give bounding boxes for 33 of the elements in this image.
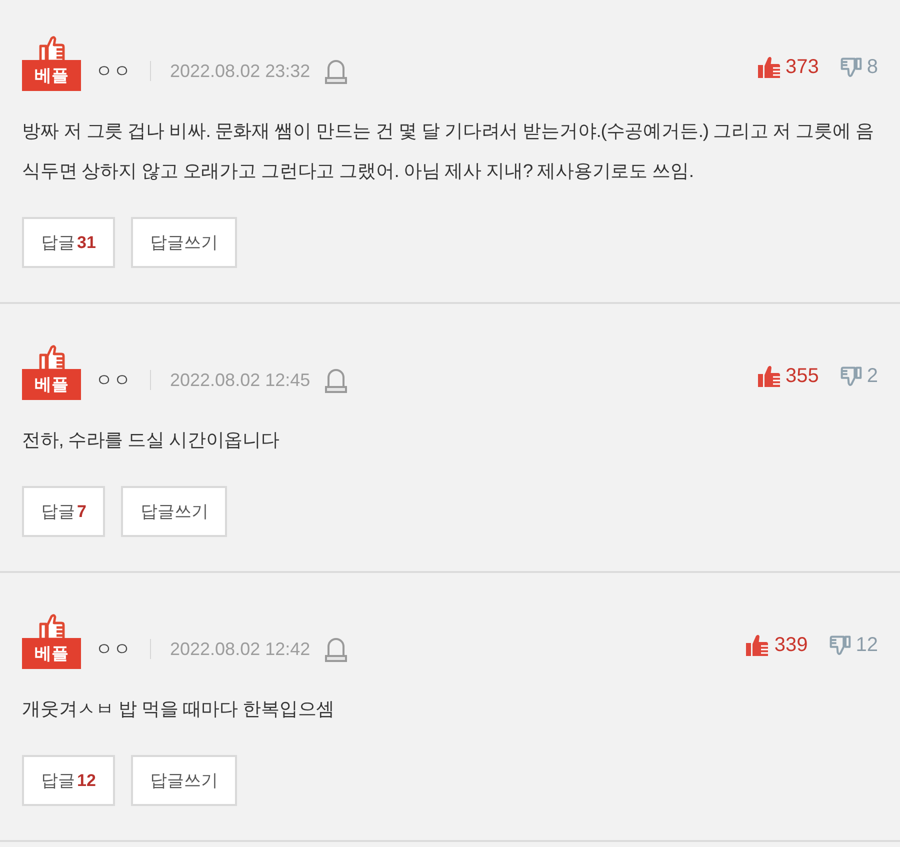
reply-count-button[interactable]: 답글 12 xyxy=(22,755,115,806)
like-count: 339 xyxy=(774,633,808,658)
best-reply-badge: 베플 xyxy=(22,638,81,669)
reply-count-button[interactable]: 답글 31 xyxy=(22,217,115,268)
username: ㅇㅇ xyxy=(95,60,131,82)
thumbs-down-icon[interactable] xyxy=(828,633,851,657)
reply-count-button[interactable]: 답글 7 xyxy=(22,486,106,537)
best-reply-badge: 베플 xyxy=(22,60,81,91)
username: ㅇㅇ xyxy=(95,368,131,392)
thumbs-up-icon[interactable] xyxy=(756,55,780,79)
username: ㅇㅇ xyxy=(95,638,131,660)
like-count: 373 xyxy=(786,55,819,80)
thumbs-down-icon[interactable] xyxy=(840,364,862,388)
comment-text: 개웃겨ㅅㅂ 밥 먹을 때마다 한복입으셈 xyxy=(22,697,336,721)
comment-date: 2022.08.02 23:32 xyxy=(170,60,310,82)
write-reply-button[interactable]: 답글쓰기 xyxy=(130,755,237,806)
thumbs-up-icon[interactable] xyxy=(756,364,780,388)
write-reply-button[interactable]: 답글쓰기 xyxy=(130,217,237,268)
siren-icon[interactable] xyxy=(324,58,348,84)
siren-icon[interactable] xyxy=(324,636,348,662)
thumbs-up-icon[interactable] xyxy=(745,633,770,657)
comment-text: 전하, 수라를 드실 시간이옵니다 xyxy=(22,428,280,452)
write-reply-button[interactable]: 답글쓰기 xyxy=(121,486,228,537)
best-reply-badge: 베플 xyxy=(22,369,81,400)
dislike-count: 12 xyxy=(856,633,878,658)
thumbs-down-icon[interactable] xyxy=(840,55,862,79)
comment-text: 방짜 저 그릇 겁나 비싸. 문화재 쌤이 만드는 건 몇 달 기다려서 받는거야.(수공예거든.) 그리고 저 그릇에 음식두면 상하지 않고 오래가고 그런다고 그랬어. 아님 제사 지내? 제사용기로도 쓰임. xyxy=(22,119,875,183)
dislike-count: 2 xyxy=(866,364,878,389)
dislike-count: 8 xyxy=(866,55,878,80)
like-count: 355 xyxy=(786,364,819,389)
siren-icon[interactable] xyxy=(324,367,348,393)
comment-date: 2022.08.02 12:42 xyxy=(170,638,310,660)
comment-date: 2022.08.02 12:45 xyxy=(170,368,310,392)
